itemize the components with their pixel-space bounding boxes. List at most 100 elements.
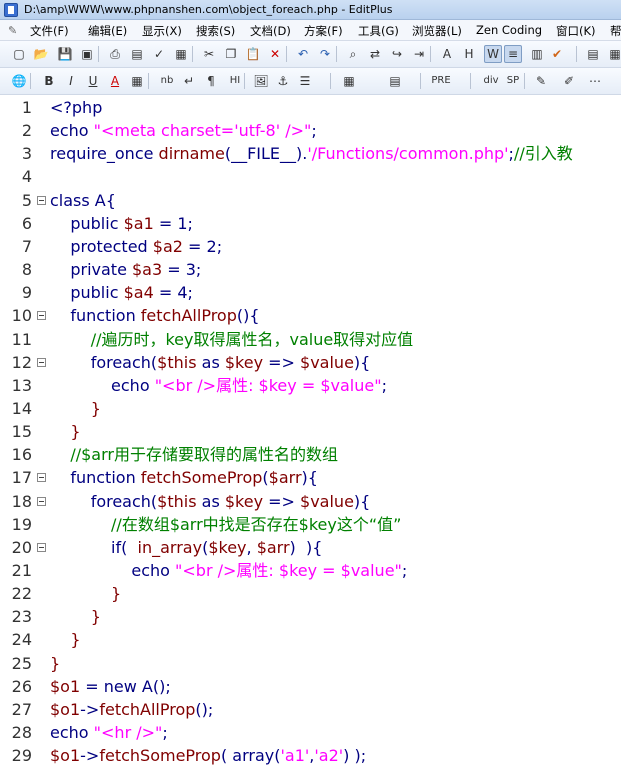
fold-toggle-icon[interactable]	[37, 473, 46, 483]
menu-item-7[interactable]: 浏览器(L)	[412, 23, 462, 39]
bold-icon[interactable]: B	[40, 72, 58, 90]
underline-icon[interactable]: U	[84, 72, 102, 90]
globe-icon[interactable]: 🌐	[10, 72, 28, 90]
fold-toggle-icon[interactable]	[37, 311, 46, 321]
code-line[interactable]: 25}	[0, 652, 621, 675]
code-line[interactable]: 26 $o1 = new A();	[0, 675, 621, 698]
view-0-icon[interactable]: ▤	[584, 45, 602, 63]
code-line[interactable]: 23 }	[0, 605, 621, 628]
code-line[interactable]: 11 //遍历时，key取得属性名，value取得对应值	[0, 328, 621, 351]
color-grid-icon[interactable]: ▦	[128, 72, 146, 90]
menu-item-1[interactable]: 编辑(E)	[88, 23, 127, 39]
code-line[interactable]: 22 }	[0, 582, 621, 605]
code-line[interactable]: 18 foreach($this as $key => $value){	[0, 490, 621, 513]
code-line[interactable]: 17 function fetchSomeProp($arr){	[0, 466, 621, 489]
delete-icon[interactable]: ✕	[266, 45, 284, 63]
code-text: public $a1 = 1;	[50, 212, 193, 235]
code-line[interactable]: 24 }	[0, 628, 621, 651]
list-icon[interactable]: ☰	[296, 72, 314, 90]
code-line[interactable]: 28 echo "<hr />";	[0, 721, 621, 744]
div-icon[interactable]: div	[480, 72, 502, 90]
code-line[interactable]: 3 require_once dirname(__FILE__).'/Functi…	[0, 142, 621, 165]
image-icon[interactable]: 🖼	[252, 72, 270, 90]
code-line[interactable]: 20 if( in_array($key, $arr) ){	[0, 536, 621, 559]
table-icon[interactable]: ▦	[340, 72, 358, 90]
fold-toggle-icon[interactable]	[37, 496, 46, 506]
code-line[interactable]: 12 foreach($this as $key => $value){	[0, 351, 621, 374]
menu-item-3[interactable]: 搜索(S)	[196, 23, 235, 39]
print-preview-icon[interactable]: ▤	[128, 45, 146, 63]
code-token: ){	[301, 468, 318, 488]
code-line[interactable]: 16 //$arr用于存储要取得的属性名的数组	[0, 443, 621, 466]
save-all-icon[interactable]: ▣	[78, 45, 96, 63]
find-in-files-icon[interactable]: ▦	[172, 45, 190, 63]
fold-toggle-icon[interactable]	[37, 357, 46, 367]
code-line[interactable]: 9 public $a4 = 4;	[0, 281, 621, 304]
code-line[interactable]: 19 //在数组$arr中找是否存在$key这个“值”	[0, 513, 621, 536]
paste-icon[interactable]: 📋	[244, 45, 262, 63]
editplus-app-icon[interactable]	[4, 3, 18, 17]
code-line[interactable]: 2 echo "<meta charset='utf-8' />";	[0, 119, 621, 142]
tools-icon[interactable]: ✐	[560, 72, 578, 90]
replace-icon[interactable]: ⇄	[366, 45, 384, 63]
code-line[interactable]: 10 function fetchAllProp(){	[0, 304, 621, 327]
menu-item-10[interactable]: 帮	[610, 23, 621, 39]
code-token: //遍历时，key取得属性名，value取得对应值	[50, 329, 414, 349]
edit-icon[interactable]: ✎	[532, 72, 550, 90]
code-line[interactable]: 5 class A{	[0, 189, 621, 212]
redo-icon[interactable]: ↷	[316, 45, 334, 63]
fold-toggle-icon[interactable]	[37, 542, 46, 552]
column-icon[interactable]: ▥	[528, 45, 546, 63]
hr-icon[interactable]: HI	[224, 72, 246, 90]
code-line[interactable]: 29 $o1->fetchSomeProp( array('a1','a2') )…	[0, 744, 621, 767]
fold-toggle-icon[interactable]	[37, 195, 46, 205]
code-editor[interactable]: 1 <?php 2 echo "<meta charset='utf-8' />"; 3…	[0, 95, 621, 768]
code-line[interactable]: 7 protected $a2 = 2;	[0, 235, 621, 258]
code-line[interactable]: 27 $o1->fetchAllProp();	[0, 698, 621, 721]
br-icon[interactable]: ↵	[180, 72, 198, 90]
open-file-icon[interactable]: 📂	[32, 45, 50, 63]
spell-check-icon[interactable]: ✓	[150, 45, 168, 63]
code-line[interactable]: 13 echo "<br />属性: $key = $value";	[0, 374, 621, 397]
paragraph-icon[interactable]: ¶	[202, 72, 220, 90]
form-icon[interactable]: ▤	[386, 72, 404, 90]
menu-item-9[interactable]: 窗口(K)	[556, 23, 596, 39]
cut-icon[interactable]: ✂	[200, 45, 218, 63]
save-icon[interactable]: 💾	[56, 45, 74, 63]
menu-item-2[interactable]: 显示(X)	[142, 23, 182, 39]
check-icon[interactable]: ✔	[548, 45, 566, 63]
heading-icon[interactable]: H	[460, 45, 478, 63]
code-line[interactable]: 15 }	[0, 420, 621, 443]
code-line[interactable]: 14 }	[0, 397, 621, 420]
pre-icon[interactable]: PRE	[430, 72, 452, 90]
code-line[interactable]: 1 <?php	[0, 96, 621, 119]
nbsp-icon[interactable]: nb	[156, 72, 178, 90]
copy-icon[interactable]: ❐	[222, 45, 240, 63]
view-1-icon[interactable]: ▦	[606, 45, 621, 63]
word-wrap-icon[interactable]: W	[484, 45, 502, 63]
menu-item-6[interactable]: 工具(G)	[358, 23, 399, 39]
more-icon[interactable]: ⋯	[586, 72, 604, 90]
code-line[interactable]: 8 private $a3 = 3;	[0, 258, 621, 281]
italic-icon[interactable]: I	[62, 72, 80, 90]
code-line[interactable]: 21 echo "<br />属性: $key = $value";	[0, 559, 621, 582]
menu-item-0[interactable]: 文件(F)	[30, 23, 69, 39]
undo-icon[interactable]: ↶	[294, 45, 312, 63]
line-numbers-icon[interactable]: ≡	[504, 45, 522, 63]
find-icon[interactable]: ⌕	[344, 45, 362, 63]
goto-icon[interactable]: ↪	[388, 45, 406, 63]
menu-item-4[interactable]: 文档(D)	[250, 23, 291, 39]
code-line[interactable]: 6 public $a1 = 1;	[0, 212, 621, 235]
font-icon[interactable]: A	[438, 45, 456, 63]
menu-item-5[interactable]: 方案(F)	[304, 23, 343, 39]
menu-item-8[interactable]: Zen Coding	[476, 23, 542, 37]
sp-icon[interactable]: SP	[502, 72, 524, 90]
indent-icon[interactable]: ⇥	[410, 45, 428, 63]
anchor-icon[interactable]: ⚓	[274, 72, 292, 90]
new-file-icon[interactable]: ▢	[10, 45, 28, 63]
font-color-icon[interactable]: A	[106, 72, 124, 90]
code-token: }	[50, 584, 122, 604]
code-line[interactable]: 4	[0, 165, 621, 188]
code-text: //$arr用于存储要取得的属性名的数组	[50, 443, 338, 466]
print-icon[interactable]: ⎙	[106, 45, 124, 63]
